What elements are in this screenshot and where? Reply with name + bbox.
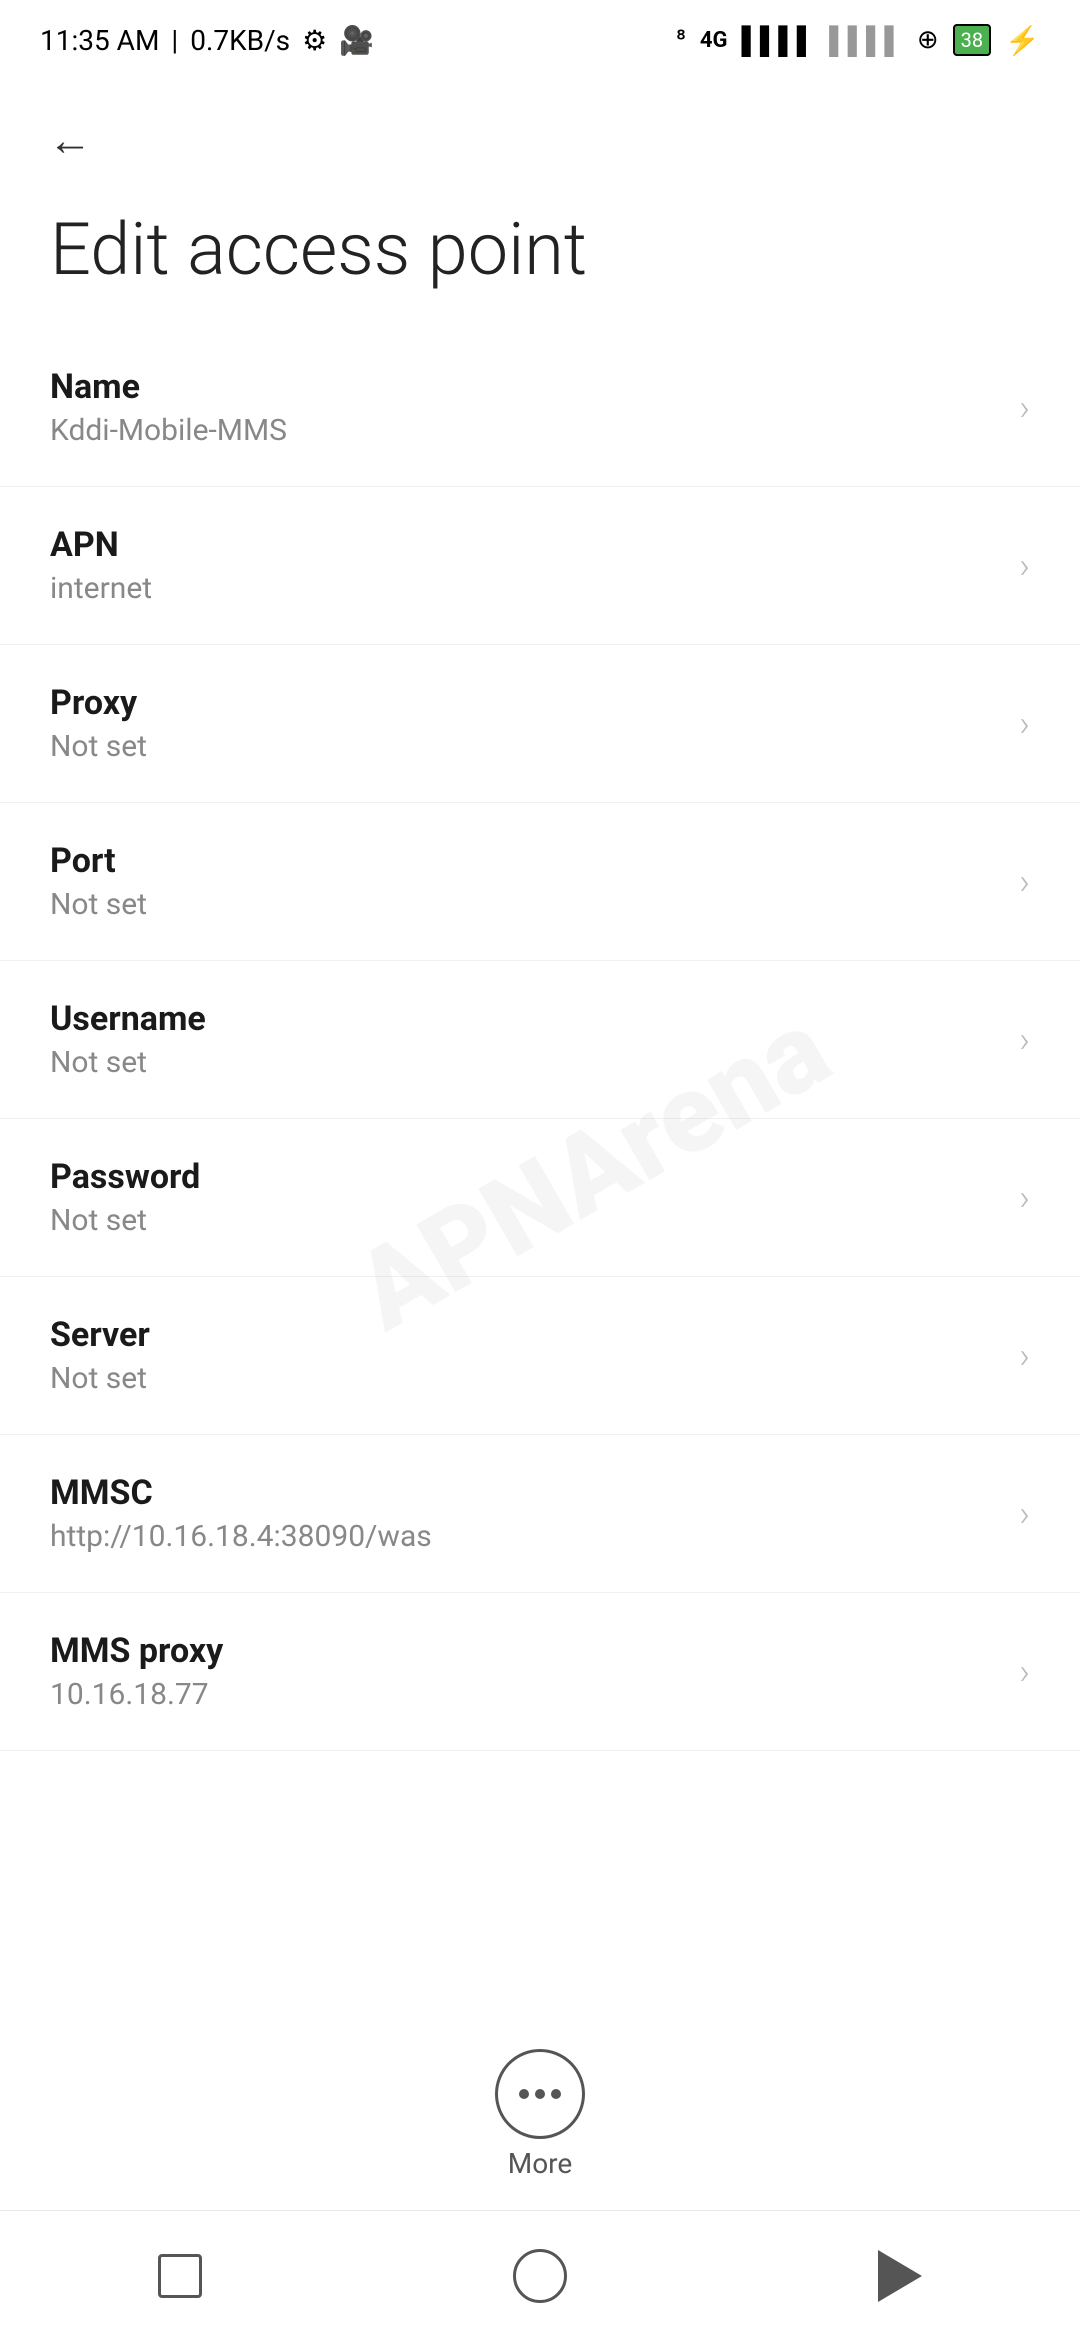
settings-item-label: Username bbox=[50, 999, 1019, 1039]
data-speed: 0.7KB/s bbox=[190, 24, 290, 57]
settings-item-content: Port Not set bbox=[50, 841, 1019, 922]
speed-display: | bbox=[171, 24, 178, 57]
more-dots-icon bbox=[519, 2089, 561, 2099]
wifi-icon: ⊕ bbox=[917, 25, 939, 55]
settings-item-value: internet bbox=[50, 571, 1019, 606]
top-nav: ← bbox=[0, 80, 1080, 180]
settings-item[interactable]: Port Not set› bbox=[0, 803, 1080, 961]
battery-icon: 38 bbox=[953, 24, 991, 56]
settings-item-label: MMS proxy bbox=[50, 1631, 1019, 1671]
back-arrow-icon: ← bbox=[48, 114, 92, 166]
bluetooth-icon: ⁸ bbox=[676, 25, 686, 55]
chevron-right-icon: › bbox=[1019, 545, 1030, 587]
chevron-right-icon: › bbox=[1019, 387, 1030, 429]
settings-item-value: Kddi-Mobile-MMS bbox=[50, 413, 1019, 448]
time-display: 11:35 AM bbox=[40, 24, 159, 57]
settings-item-label: MMSC bbox=[50, 1473, 1019, 1513]
settings-item-content: MMSC http://10.16.18.4:38090/was bbox=[50, 1473, 1019, 1554]
settings-item-value: Not set bbox=[50, 887, 1019, 922]
settings-item[interactable]: Proxy Not set› bbox=[0, 645, 1080, 803]
recent-apps-button[interactable] bbox=[140, 2236, 220, 2316]
video-icon: 🎥 bbox=[339, 24, 374, 57]
charging-icon: ⚡ bbox=[1005, 24, 1040, 57]
settings-item-value: http://10.16.18.4:38090/was bbox=[50, 1519, 1019, 1554]
recent-apps-icon bbox=[158, 2254, 202, 2298]
settings-item-content: APN internet bbox=[50, 525, 1019, 606]
page-title: Edit access point bbox=[0, 180, 1080, 329]
settings-item-value: Not set bbox=[50, 1203, 1019, 1238]
home-icon bbox=[513, 2249, 567, 2303]
home-button[interactable] bbox=[500, 2236, 580, 2316]
settings-item-value: Not set bbox=[50, 1361, 1019, 1396]
settings-item-value: 10.16.18.77 bbox=[50, 1677, 1019, 1712]
settings-item-content: Username Not set bbox=[50, 999, 1019, 1080]
more-circle bbox=[495, 2049, 585, 2139]
settings-item[interactable]: MMSC http://10.16.18.4:38090/was› bbox=[0, 1435, 1080, 1593]
chevron-right-icon: › bbox=[1019, 1019, 1030, 1061]
settings-item[interactable]: APN internet› bbox=[0, 487, 1080, 645]
chevron-right-icon: › bbox=[1019, 861, 1030, 903]
settings-item-content: Proxy Not set bbox=[50, 683, 1019, 764]
settings-item-content: Password Not set bbox=[50, 1157, 1019, 1238]
chevron-right-icon: › bbox=[1019, 1651, 1030, 1693]
status-right: ⁸ 4G ▌▌▌▌ ▌▌▌▌ ⊕ 38 ⚡ bbox=[676, 24, 1040, 57]
chevron-right-icon: › bbox=[1019, 1335, 1030, 1377]
settings-item[interactable]: Server Not set› bbox=[0, 1277, 1080, 1435]
settings-item-value: Not set bbox=[50, 1045, 1019, 1080]
settings-item-value: Not set bbox=[50, 729, 1019, 764]
signal-4g-icon: 4G bbox=[700, 28, 728, 53]
status-bar: 11:35 AM | 0.7KB/s ⚙ 🎥 ⁸ 4G ▌▌▌▌ ▌▌▌▌ ⊕ … bbox=[0, 0, 1080, 80]
settings-item[interactable]: MMS proxy 10.16.18.77› bbox=[0, 1593, 1080, 1751]
settings-item-label: Port bbox=[50, 841, 1019, 881]
settings-icon: ⚙ bbox=[302, 24, 327, 57]
chevron-right-icon: › bbox=[1019, 1493, 1030, 1535]
settings-item-label: APN bbox=[50, 525, 1019, 565]
settings-item-content: Server Not set bbox=[50, 1315, 1019, 1396]
more-label: More bbox=[508, 2147, 573, 2180]
more-button[interactable]: More bbox=[495, 2049, 585, 2180]
settings-item-content: Name Kddi-Mobile-MMS bbox=[50, 367, 1019, 448]
settings-item[interactable]: Password Not set› bbox=[0, 1119, 1080, 1277]
back-nav-icon bbox=[878, 2250, 922, 2302]
settings-item-content: MMS proxy 10.16.18.77 bbox=[50, 1631, 1019, 1712]
back-nav-button[interactable] bbox=[860, 2236, 940, 2316]
chevron-right-icon: › bbox=[1019, 1177, 1030, 1219]
signal-bars-icon: ▌▌▌▌ bbox=[741, 25, 815, 56]
settings-item[interactable]: Name Kddi-Mobile-MMS› bbox=[0, 329, 1080, 487]
settings-item-label: Server bbox=[50, 1315, 1019, 1355]
bottom-nav bbox=[0, 2210, 1080, 2340]
settings-item-label: Proxy bbox=[50, 683, 1019, 723]
signal-bars2-icon: ▌▌▌▌ bbox=[829, 25, 903, 56]
chevron-right-icon: › bbox=[1019, 703, 1030, 745]
settings-item[interactable]: Username Not set› bbox=[0, 961, 1080, 1119]
settings-list: NameKddi-Mobile-MMS›APNinternet›ProxyNot… bbox=[0, 329, 1080, 1751]
back-button[interactable]: ← bbox=[40, 110, 100, 170]
status-left: 11:35 AM | 0.7KB/s ⚙ 🎥 bbox=[40, 24, 374, 57]
settings-item-label: Name bbox=[50, 367, 1019, 407]
settings-item-label: Password bbox=[50, 1157, 1019, 1197]
